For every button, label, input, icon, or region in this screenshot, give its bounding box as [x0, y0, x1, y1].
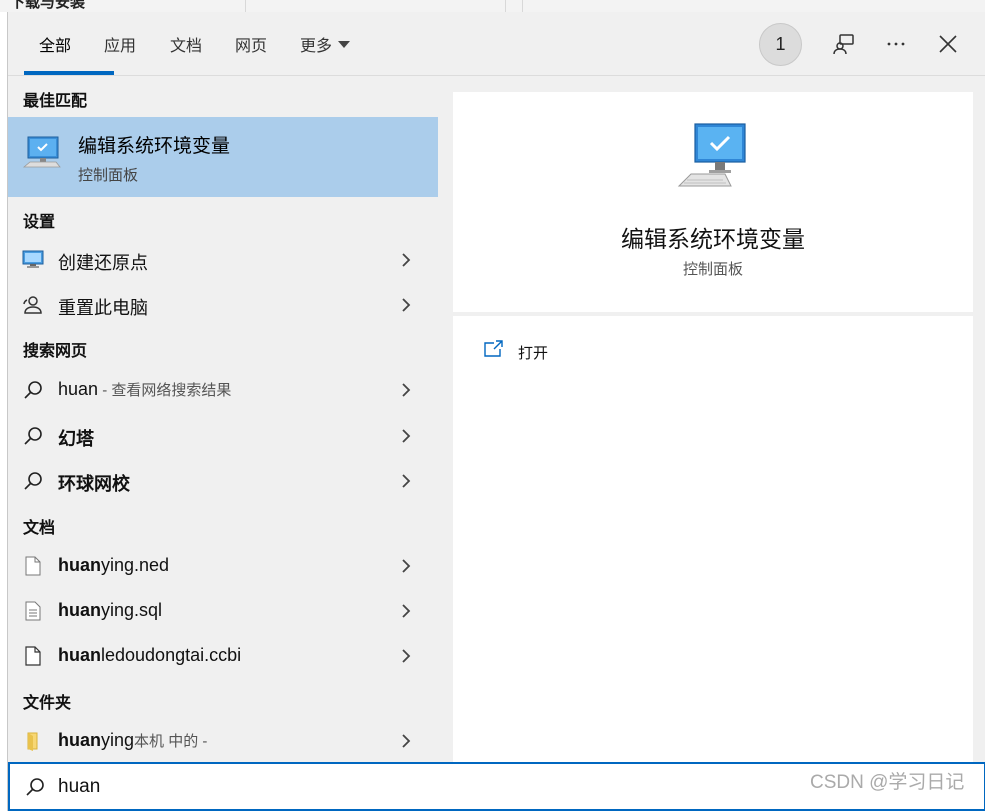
- open-icon: [484, 340, 503, 357]
- web-result-label: 环球网校: [58, 470, 130, 496]
- chevron-right-icon: [402, 604, 411, 618]
- rewards-badge[interactable]: 1: [759, 23, 802, 66]
- search-icon: [22, 470, 44, 492]
- chevron-right-icon: [402, 474, 411, 488]
- web-result-label: huan - 查看网络搜索结果: [58, 379, 231, 400]
- preview-card: 编辑系统环境变量 控制面板: [453, 92, 973, 312]
- background-window-strip: 下载与安装: [0, 0, 985, 12]
- monitor-icon: [22, 249, 44, 271]
- document-rest: ying.sql: [101, 600, 163, 620]
- preview-actions: 打开: [453, 316, 973, 762]
- section-settings: 设置: [23, 214, 56, 231]
- divider: [245, 0, 246, 12]
- settings-item-create-restore-point[interactable]: 创建还原点: [8, 238, 438, 282]
- more-options-icon[interactable]: [882, 30, 910, 58]
- document-item[interactable]: huanledoudongtai.ccbi: [8, 634, 438, 678]
- document-item[interactable]: huanying.ned: [8, 544, 438, 588]
- web-result-item[interactable]: 幻塔: [8, 414, 438, 458]
- computer-monitor-icon: [22, 135, 62, 176]
- web-result-bold: 环球网校: [58, 474, 130, 494]
- search-header: 全部 应用 文档 网页 更多 1: [8, 12, 985, 76]
- document-label: huanledoudongtai.ccbi: [58, 645, 241, 666]
- web-result-query: huan: [58, 379, 99, 399]
- document-label: huanying.ned: [58, 555, 169, 576]
- close-icon[interactable]: [934, 30, 962, 58]
- chevron-right-icon: [402, 383, 411, 397]
- folder-item[interactable]: huanying本机 中的 -: [8, 719, 438, 763]
- tab-more-label: 更多: [300, 38, 333, 55]
- search-panel: 全部 应用 文档 网页 更多 1 最佳匹配 编辑系统环境变量 控制面板 设置 创…: [7, 12, 985, 811]
- settings-item-label: 重置此电脑: [58, 298, 148, 318]
- chevron-right-icon: [402, 429, 411, 443]
- chevron-right-icon: [402, 649, 411, 663]
- web-result-hint: - 查看网络搜索结果: [98, 382, 232, 399]
- tab-all[interactable]: 全部: [39, 32, 71, 56]
- tab-more[interactable]: 更多: [300, 32, 351, 56]
- open-action-label: 打开: [518, 345, 549, 362]
- section-folders: 文件夹: [23, 695, 72, 712]
- preview-title: 编辑系统环境变量: [621, 226, 805, 252]
- web-result-item[interactable]: huan - 查看网络搜索结果: [8, 368, 438, 412]
- document-bold: huan: [58, 555, 101, 575]
- document-rest: ying.ned: [101, 555, 170, 575]
- chevron-right-icon: [402, 253, 411, 267]
- document-bold: huan: [58, 645, 101, 665]
- background-window-title: 下载与安装: [10, 0, 86, 11]
- document-label: huanying.sql: [58, 600, 162, 621]
- search-icon: [22, 425, 44, 447]
- tab-web[interactable]: 网页: [235, 32, 267, 56]
- folder-bold: huan: [58, 730, 101, 750]
- tab-documents[interactable]: 文档: [170, 32, 202, 56]
- results-list: 最佳匹配 编辑系统环境变量 控制面板 设置 创建还原点 重置此电脑 搜索网页 h…: [8, 77, 438, 763]
- divider: [505, 0, 506, 12]
- search-icon: [22, 379, 44, 401]
- document-rest: ledoudongtai.ccbi: [101, 645, 242, 665]
- caret-down-icon: [338, 41, 351, 49]
- document-bold: huan: [58, 600, 101, 620]
- settings-item-reset-pc[interactable]: 重置此电脑: [8, 283, 438, 327]
- folder-location: 本机 中的 -: [134, 733, 208, 750]
- document-item[interactable]: huanying.sql: [8, 589, 438, 633]
- file-icon: [22, 555, 44, 577]
- folder-label: huanying本机 中的 -: [58, 730, 207, 751]
- preview-subtitle: 控制面板: [682, 261, 743, 278]
- best-match-subtitle: 控制面板: [78, 167, 139, 184]
- best-match-item[interactable]: 编辑系统环境变量 控制面板: [8, 117, 438, 197]
- folder-icon: [22, 730, 44, 752]
- web-result-item[interactable]: 环球网校: [8, 459, 438, 503]
- chevron-right-icon: [402, 734, 411, 748]
- section-best-match: 最佳匹配: [23, 93, 88, 110]
- text-file-icon: [22, 600, 44, 622]
- section-web: 搜索网页: [23, 343, 88, 360]
- divider: [522, 0, 523, 12]
- best-match-title: 编辑系统环境变量: [78, 136, 231, 157]
- chevron-right-icon: [402, 298, 411, 312]
- feedback-icon[interactable]: [830, 30, 858, 58]
- file-icon: [22, 645, 44, 667]
- watermark: CSDN @学习日记: [810, 772, 965, 793]
- tab-apps[interactable]: 应用: [104, 32, 136, 56]
- settings-item-label: 创建还原点: [58, 253, 148, 273]
- web-result-label: 幻塔: [58, 425, 94, 451]
- active-tab-indicator: [24, 71, 114, 75]
- folder-rest: ying: [101, 730, 135, 750]
- web-result-bold: 幻塔: [58, 429, 94, 449]
- search-input[interactable]: [58, 773, 758, 801]
- computer-monitor-icon: [677, 122, 749, 195]
- reset-user-icon: [22, 294, 44, 316]
- search-icon: [26, 778, 44, 796]
- section-documents: 文档: [23, 520, 56, 537]
- chevron-right-icon: [402, 559, 411, 573]
